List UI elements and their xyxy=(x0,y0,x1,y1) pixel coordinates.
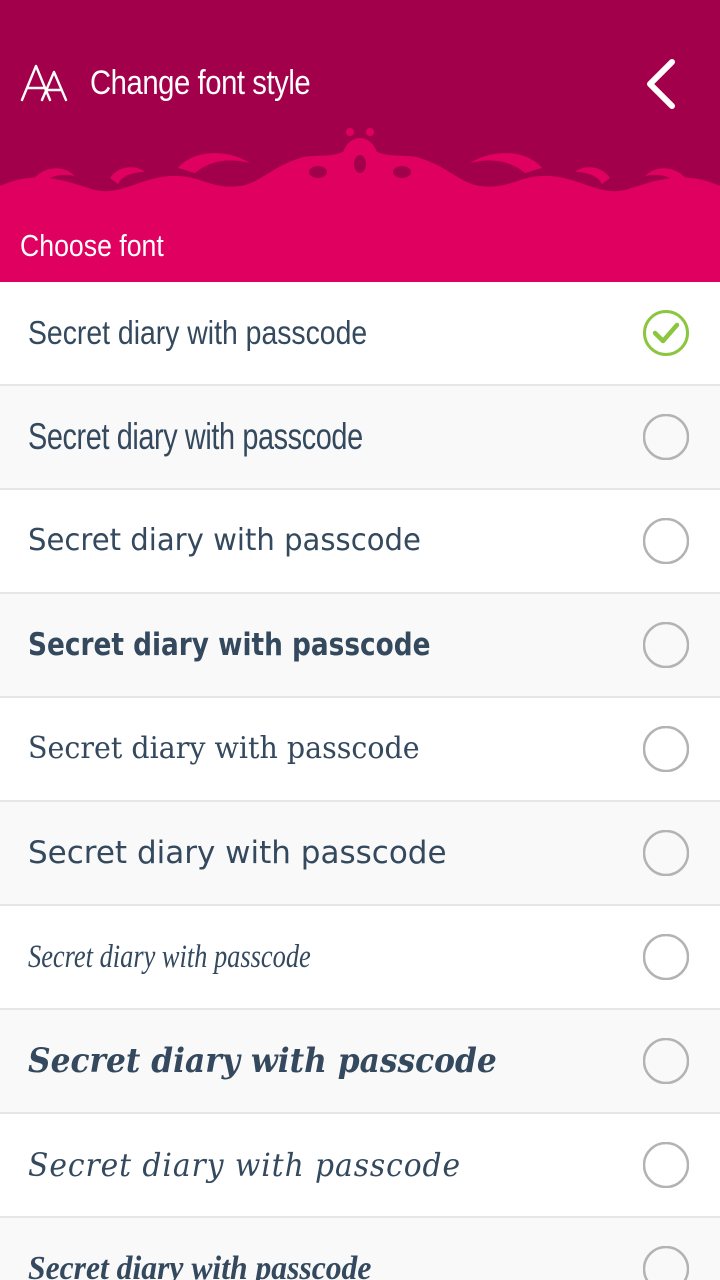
font-option-5[interactable]: Secret diary with passcode xyxy=(0,698,720,802)
font-option-label: Secret diary with passcode xyxy=(28,1041,497,1081)
radio-unchecked-icon[interactable] xyxy=(643,518,689,564)
radio-unchecked-icon[interactable] xyxy=(643,934,689,980)
font-option-6[interactable]: Secret diary with passcode xyxy=(0,802,720,906)
font-option-label: Secret diary with passcode xyxy=(28,1146,462,1184)
font-option-label: Secret diary with passcode xyxy=(28,731,420,766)
font-option-2[interactable]: Secret diary with passcode xyxy=(0,386,720,490)
page-title: Change font style xyxy=(90,64,311,102)
font-option-10[interactable]: Secret diary with passcode xyxy=(0,1218,720,1280)
radio-unchecked-icon[interactable] xyxy=(643,1246,689,1280)
radio-unchecked-icon[interactable] xyxy=(643,1142,689,1188)
font-style-icon xyxy=(20,64,68,102)
back-button[interactable] xyxy=(630,54,690,114)
font-option-label: Secret diary with passcode xyxy=(28,835,447,871)
font-option-label: Secret diary with passcode xyxy=(28,523,421,558)
font-option-1[interactable]: Secret diary with passcode xyxy=(0,282,720,386)
font-option-3[interactable]: Secret diary with passcode xyxy=(0,490,720,594)
radio-unchecked-icon[interactable] xyxy=(643,414,689,460)
font-list: Secret diary with passcode Secret diary … xyxy=(0,282,720,1280)
font-option-7[interactable]: Secret diary with passcode xyxy=(0,906,720,1010)
app-header: Change font style xyxy=(0,0,720,203)
font-option-label: Secret diary with passcode xyxy=(28,627,431,663)
font-option-label: Secret diary with passcode xyxy=(28,1250,372,1280)
radio-unchecked-icon[interactable] xyxy=(643,622,689,668)
font-option-8[interactable]: Secret diary with passcode xyxy=(0,1010,720,1114)
font-option-label: Secret diary with passcode xyxy=(28,314,368,351)
font-option-label: Secret diary with passcode xyxy=(28,939,311,975)
font-option-4[interactable]: Secret diary with passcode xyxy=(0,594,720,698)
checkmark-circle-icon[interactable] xyxy=(643,310,689,356)
font-option-9[interactable]: Secret diary with passcode xyxy=(0,1114,720,1218)
ornament-decoration xyxy=(0,128,720,203)
font-option-label: Secret diary with passcode xyxy=(28,416,363,457)
radio-unchecked-icon[interactable] xyxy=(643,1038,689,1084)
section-title: Choose font xyxy=(20,228,164,263)
section-header: Choose font xyxy=(0,203,720,282)
chevron-left-icon xyxy=(647,59,675,109)
radio-unchecked-icon[interactable] xyxy=(643,830,689,876)
radio-unchecked-icon[interactable] xyxy=(643,726,689,772)
